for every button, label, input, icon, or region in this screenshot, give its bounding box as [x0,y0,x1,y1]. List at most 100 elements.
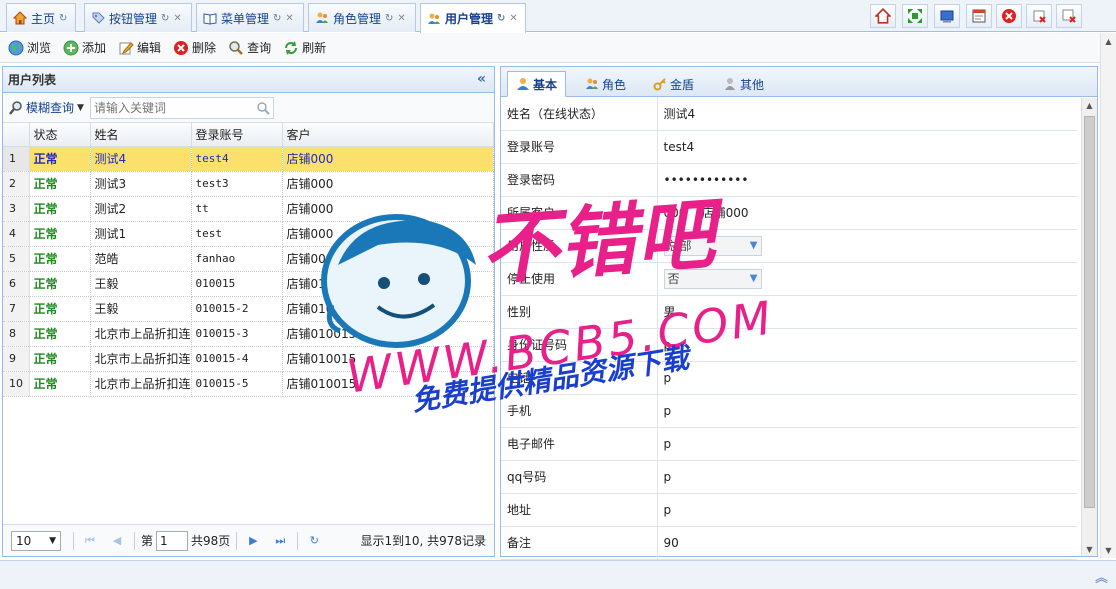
tab-golden-shield[interactable]: 金盾 [645,71,702,97]
account-cell: 010015-2 [191,296,283,322]
users-icon [316,12,328,23]
column-header-account[interactable]: 登录账号 [191,123,283,147]
account-cell: test [191,221,283,247]
prev-page-button[interactable]: ◀ [106,531,128,551]
edit-label: 编辑 [137,41,162,55]
page-number-input[interactable]: 1 [156,530,189,551]
last-page-button[interactable]: ⏭ [269,531,291,551]
tab-button-manage[interactable]: 按钮管理 ↻ ✕ [84,3,192,32]
row-number: 4 [3,221,30,247]
search-field[interactable] [89,96,274,119]
watermark-brand: 不错吧 [477,189,718,297]
scroll-thumb[interactable] [1084,116,1095,508]
close-icon[interactable]: ✕ [285,13,293,24]
account-cell: 010015 [191,271,283,297]
row-number: 3 [3,196,30,222]
field-label: 地址 [501,493,658,527]
close-icon[interactable]: ✕ [509,13,517,24]
column-header-status[interactable]: 状态 [29,123,91,147]
book-icon [203,13,217,25]
tab-strip: 主页 ↻ 按钮管理 ↻ ✕ 菜单管理 ↻ ✕ 角色管理 ↻ ✕ 用户管理 ↻ ✕ [0,0,1116,33]
close-others-button[interactable] [1026,4,1052,28]
column-header-customer[interactable]: 客户 [282,123,494,147]
tab-role-manage[interactable]: 角色管理 ↻ ✕ [308,3,416,32]
close-all-button[interactable] [1056,4,1082,28]
tab-basic[interactable]: 基本 [507,71,567,97]
status-cell: 正常 [29,321,91,347]
expand-up-icon[interactable]: ︽ [1095,567,1108,586]
home-button[interactable] [870,4,896,28]
window-button[interactable] [934,4,960,28]
password-value: •••••••••••• [657,163,1077,197]
page-size-value: 10 [16,533,32,548]
scroll-down-icon[interactable]: ▼ [1101,542,1116,558]
next-page-button[interactable]: ▶ [242,531,264,551]
close-current-button[interactable] [996,4,1022,28]
page-scrollbar[interactable]: ▲ ▼ [1100,33,1116,558]
fuzzy-query-label: 模糊查询 [26,101,75,115]
close-icon[interactable]: ✕ [397,13,405,24]
reload-page-button[interactable]: ↻ [303,531,325,551]
page-prefix: 第 [141,534,154,548]
browse-button[interactable]: 浏览 [8,39,51,56]
status-bar: ︽ [0,560,1116,589]
tab-other[interactable]: 其他 [715,71,772,97]
account-cell: 010015-4 [191,346,283,372]
nature-field: 总部 ▼ [657,229,1077,263]
browse-label: 浏览 [27,41,52,55]
stop-field: 否 ▼ [657,262,1077,296]
reload-icon[interactable]: ↻ [161,13,169,24]
query-button[interactable]: 查询 [228,39,271,56]
customer-value: 000 店铺000 [657,196,1077,230]
close-all-icon [1062,9,1076,23]
scroll-up-icon[interactable]: ▲ [1082,98,1097,112]
table-row[interactable]: 2 正常 测试3 test3 店铺000 [3,171,494,197]
form-row: 电子邮件 p [501,427,1077,461]
scroll-down-icon[interactable]: ▼ [1082,542,1097,556]
first-page-button[interactable]: ⏮ [79,531,101,551]
reload-icon[interactable]: ↻ [59,13,67,24]
detail-scrollbar[interactable]: ▲ ▼ [1081,98,1097,556]
form-row: 地址 p [501,493,1077,527]
column-header-name[interactable]: 姓名 [90,123,192,147]
delete-icon [174,40,189,55]
edit-button[interactable]: 编辑 [118,39,161,56]
row-number-header [3,123,30,147]
scroll-up-icon[interactable]: ▲ [1101,33,1116,49]
tab-home[interactable]: 主页 ↻ [6,3,76,32]
form-row: 登录账号 test4 [501,130,1077,164]
reload-icon[interactable]: ↻ [273,13,281,24]
table-row[interactable]: 1 正常 测试4 test4 店铺000 [3,146,494,172]
tab-role[interactable]: 角色 [577,71,634,97]
tab-menu-manage[interactable]: 菜单管理 ↻ ✕ [196,3,304,32]
add-button[interactable]: 添加 [63,39,106,56]
close-icon[interactable]: ✕ [173,13,181,24]
fuzzy-query-dropdown[interactable]: 模糊查询 ▼ [8,99,84,116]
page-size-select[interactable]: 10 ▼ [11,530,61,551]
page-total: 共98页 [191,534,231,548]
account-cell: test4 [191,146,283,172]
account-cell: 010015-3 [191,321,283,347]
delete-button[interactable]: 删除 [173,39,216,56]
tab-label: 菜单管理 [221,11,270,26]
fullscreen-button[interactable] [902,4,928,28]
field-label: 电子邮件 [501,427,658,461]
row-number: 2 [3,171,30,197]
account-value: test4 [657,130,1077,164]
reload-icon[interactable]: ↻ [385,13,393,24]
reload-icon[interactable]: ↻ [497,13,505,24]
collapse-left-icon[interactable]: « [477,71,486,87]
tab-label: 基本 [533,77,558,92]
customer-cell: 店铺000 [282,171,494,197]
magnifier-icon[interactable] [256,101,270,115]
refresh-button[interactable]: 刷新 [283,39,326,56]
toolbar: 浏览 添加 编辑 删除 查询 刷新 [0,33,1116,63]
calendar-button[interactable] [966,4,992,28]
address-value: p [657,493,1077,527]
tab-label: 角色 [602,77,627,92]
row-number: 5 [3,246,30,272]
row-number: 6 [3,271,30,297]
search-input[interactable] [90,97,251,118]
separator [297,531,299,550]
tab-user-manage[interactable]: 用户管理 ↻ ✕ [420,3,526,33]
